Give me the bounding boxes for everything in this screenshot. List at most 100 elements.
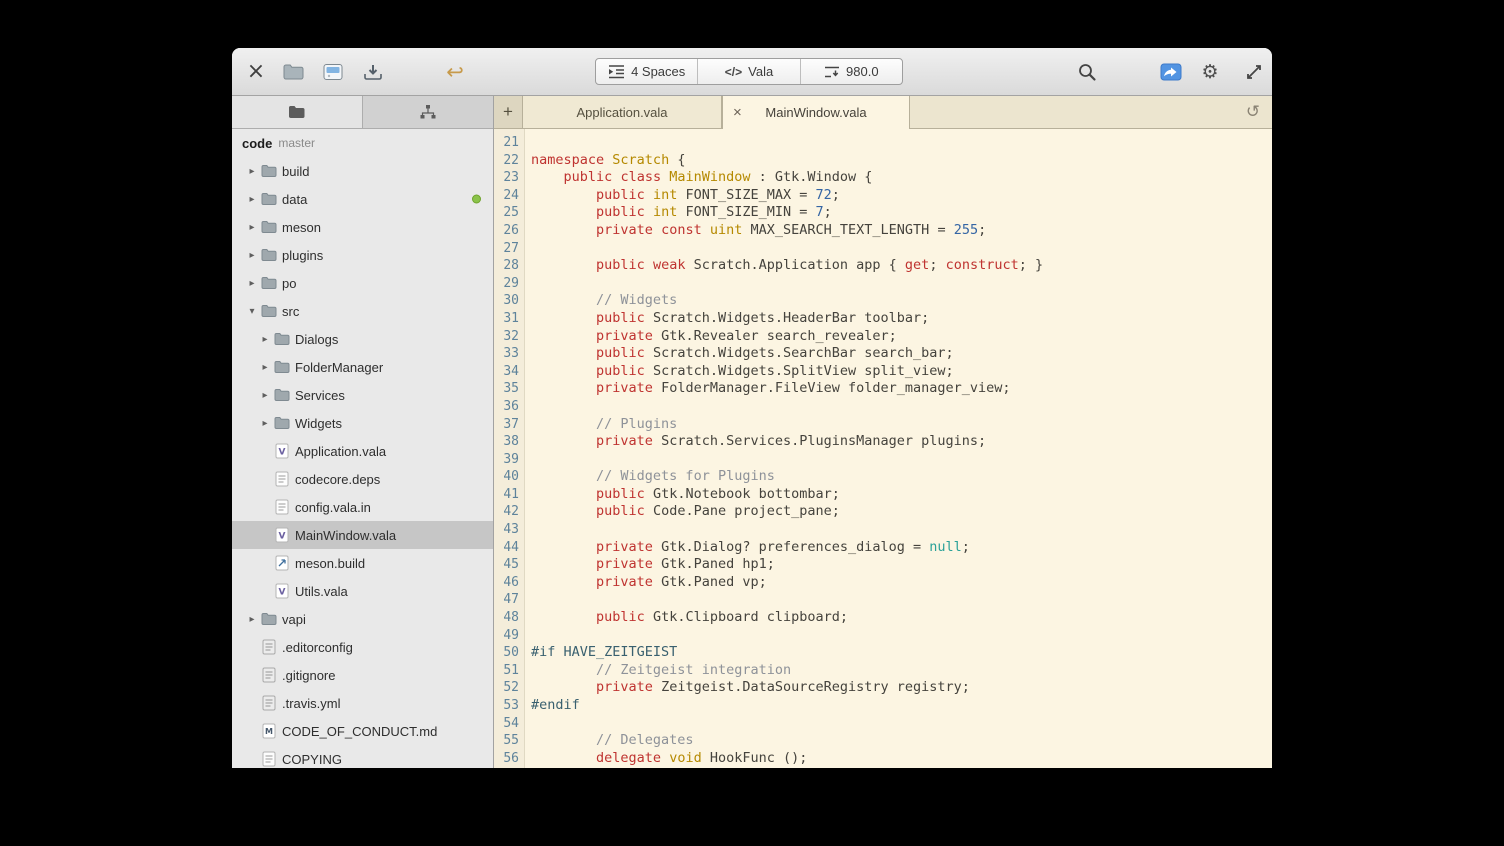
- code-line-42[interactable]: public Code.Pane project_pane;: [531, 503, 1272, 521]
- tab-close-icon[interactable]: ×: [733, 107, 742, 119]
- tree-item-copying[interactable]: COPYING: [232, 745, 493, 768]
- tree-item-build[interactable]: ▸build: [232, 157, 493, 185]
- tree-item-po[interactable]: ▸po: [232, 269, 493, 297]
- triangle-right-icon[interactable]: ▸: [244, 250, 260, 261]
- tree-item-application-vala[interactable]: VApplication.vala: [232, 437, 493, 465]
- code-line-35[interactable]: private FolderManager.FileView folder_ma…: [531, 380, 1272, 398]
- settings-button[interactable]: ⚙: [1194, 56, 1226, 88]
- code-line-48[interactable]: public Gtk.Clipboard clipboard;: [531, 609, 1272, 627]
- code-line-36[interactable]: [531, 398, 1272, 416]
- tree-item-services[interactable]: ▸Services: [232, 381, 493, 409]
- tree-item-meson[interactable]: ▸meson: [232, 213, 493, 241]
- code-line-51[interactable]: // Zeitgeist integration: [531, 662, 1272, 680]
- code-line-21[interactable]: [531, 134, 1272, 152]
- tree-item-meson-build[interactable]: meson.build: [232, 549, 493, 577]
- folder-icon: [273, 331, 290, 347]
- tree-item-foldermanager[interactable]: ▸FolderManager: [232, 353, 493, 381]
- sidebar-tab-files[interactable]: [232, 96, 362, 128]
- code-line-52[interactable]: private Zeitgeist.DataSourceRegistry reg…: [531, 679, 1272, 697]
- share-button[interactable]: [1155, 56, 1187, 88]
- tree-item-mainwindow-vala[interactable]: VMainWindow.vala: [232, 521, 493, 549]
- tree-item-widgets[interactable]: ▸Widgets: [232, 409, 493, 437]
- code-line-53[interactable]: #endif: [531, 697, 1272, 715]
- code-line-56[interactable]: delegate void HookFunc ();: [531, 750, 1272, 768]
- tree-item-utils-vala[interactable]: VUtils.vala: [232, 577, 493, 605]
- triangle-right-icon[interactable]: ▸: [244, 222, 260, 233]
- tree-item-dialogs[interactable]: ▸Dialogs: [232, 325, 493, 353]
- line-number: 49: [494, 627, 524, 645]
- code-line-22[interactable]: namespace Scratch {: [531, 152, 1272, 170]
- line-number: 47: [494, 591, 524, 609]
- editor-tab-application-vala[interactable]: Application.vala: [522, 96, 722, 128]
- code-line-39[interactable]: [531, 451, 1272, 469]
- tree-item-code-of-conduct-md[interactable]: MCODE_OF_CONDUCT.md: [232, 717, 493, 745]
- tree-item-config-vala-in[interactable]: config.vala.in: [232, 493, 493, 521]
- triangle-right-icon[interactable]: ▸: [244, 278, 260, 289]
- code-line-29[interactable]: [531, 275, 1272, 293]
- tree-item-vapi[interactable]: ▸vapi: [232, 605, 493, 633]
- sidebar-tab-outline[interactable]: [362, 96, 493, 128]
- code-line-33[interactable]: public Scratch.Widgets.SearchBar search_…: [531, 345, 1272, 363]
- history-button[interactable]: ↺: [1240, 96, 1266, 128]
- svg-text:V: V: [278, 532, 285, 542]
- code-line-24[interactable]: public int FONT_SIZE_MAX = 72;: [531, 187, 1272, 205]
- fullscreen-button[interactable]: [1238, 56, 1270, 88]
- code-line-49[interactable]: [531, 627, 1272, 645]
- code-line-41[interactable]: public Gtk.Notebook bottombar;: [531, 486, 1272, 504]
- code-line-46[interactable]: private Gtk.Paned vp;: [531, 574, 1272, 592]
- triangle-right-icon[interactable]: ▸: [257, 362, 273, 373]
- new-tab-button[interactable]: +: [494, 96, 522, 128]
- code-line-54[interactable]: [531, 715, 1272, 733]
- indent-width-button[interactable]: 4 Spaces: [596, 59, 697, 84]
- code-line-43[interactable]: [531, 521, 1272, 539]
- triangle-right-icon[interactable]: ▸: [244, 166, 260, 177]
- search-button[interactable]: [1071, 56, 1103, 88]
- save-button[interactable]: [357, 56, 389, 88]
- code-line-38[interactable]: private Scratch.Services.PluginsManager …: [531, 433, 1272, 451]
- tree-item-data[interactable]: ▸data: [232, 185, 493, 213]
- code-line-40[interactable]: // Widgets for Plugins: [531, 468, 1272, 486]
- editor-tab-mainwindow-vala[interactable]: ×MainWindow.vala: [722, 96, 910, 129]
- tree-item-src[interactable]: ▾src: [232, 297, 493, 325]
- code-line-55[interactable]: // Delegates: [531, 732, 1272, 750]
- code-area: 2122232425262728293031323334353637383940…: [494, 129, 1272, 768]
- code-line-26[interactable]: private const uint MAX_SEARCH_TEXT_LENGT…: [531, 222, 1272, 240]
- tree-item-plugins[interactable]: ▸plugins: [232, 241, 493, 269]
- code-line-23[interactable]: public class MainWindow : Gtk.Window {: [531, 169, 1272, 187]
- code-line-50[interactable]: #if HAVE_ZEITGEIST: [531, 644, 1272, 662]
- code-line-47[interactable]: [531, 591, 1272, 609]
- code-line-37[interactable]: // Plugins: [531, 416, 1272, 434]
- code-line-44[interactable]: private Gtk.Dialog? preferences_dialog =…: [531, 539, 1272, 557]
- templates-button[interactable]: [317, 56, 349, 88]
- triangle-right-icon[interactable]: ▸: [257, 418, 273, 429]
- open-button[interactable]: [278, 56, 310, 88]
- code-line-30[interactable]: // Widgets: [531, 292, 1272, 310]
- build-file-icon: [273, 555, 290, 571]
- tree-item--travis-yml[interactable]: .travis.yml: [232, 689, 493, 717]
- code-line-31[interactable]: public Scratch.Widgets.HeaderBar toolbar…: [531, 310, 1272, 328]
- code-line-25[interactable]: public int FONT_SIZE_MIN = 7;: [531, 204, 1272, 222]
- code-editor[interactable]: namespace Scratch { public class MainWin…: [525, 129, 1272, 768]
- close-button[interactable]: ×: [240, 56, 272, 88]
- folder-icon: [260, 275, 277, 291]
- tree-item-label: .gitignore: [282, 668, 335, 683]
- project-header[interactable]: code master: [232, 129, 493, 157]
- tree-item--gitignore[interactable]: .gitignore: [232, 661, 493, 689]
- triangle-down-icon[interactable]: ▾: [244, 306, 260, 317]
- triangle-right-icon[interactable]: ▸: [257, 390, 273, 401]
- line-number: 56: [494, 750, 524, 768]
- language-button[interactable]: </> Vala: [697, 59, 799, 84]
- outline-tab-icon: [419, 104, 437, 120]
- triangle-right-icon[interactable]: ▸: [244, 614, 260, 625]
- goto-line-button[interactable]: 980.0: [800, 59, 902, 84]
- undo-button[interactable]: ↩: [439, 56, 471, 88]
- tree-item-codecore-deps[interactable]: codecore.deps: [232, 465, 493, 493]
- code-line-45[interactable]: private Gtk.Paned hp1;: [531, 556, 1272, 574]
- tree-item--editorconfig[interactable]: .editorconfig: [232, 633, 493, 661]
- code-line-28[interactable]: public weak Scratch.Application app { ge…: [531, 257, 1272, 275]
- triangle-right-icon[interactable]: ▸: [257, 334, 273, 345]
- code-line-34[interactable]: public Scratch.Widgets.SplitView split_v…: [531, 363, 1272, 381]
- code-line-27[interactable]: [531, 240, 1272, 258]
- code-line-32[interactable]: private Gtk.Revealer search_revealer;: [531, 328, 1272, 346]
- triangle-right-icon[interactable]: ▸: [244, 194, 260, 205]
